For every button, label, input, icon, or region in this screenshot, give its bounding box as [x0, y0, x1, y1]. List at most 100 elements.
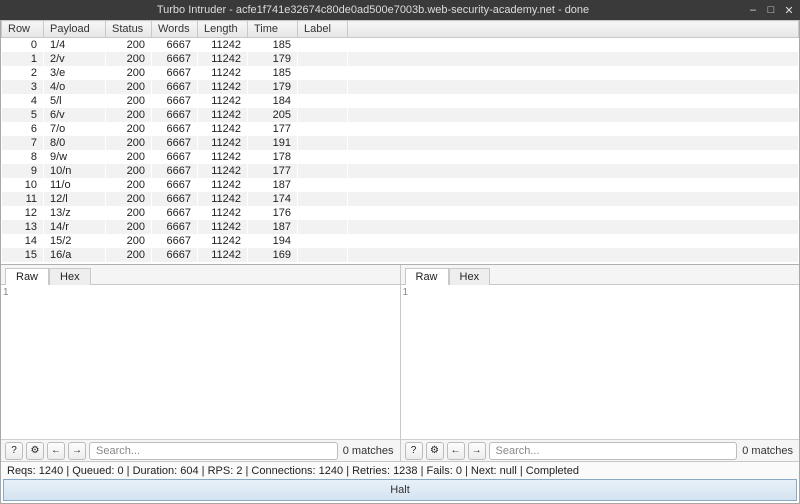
table-row[interactable]: 89/w200666711242178 [2, 150, 799, 164]
cell: 12/l [44, 192, 106, 206]
window-minimize-button[interactable]: – [746, 3, 760, 17]
window-close-button[interactable]: ✕ [782, 3, 796, 17]
cell: 7/o [44, 122, 106, 136]
cell: 11 [2, 192, 44, 206]
cell [298, 220, 348, 234]
cell: 15/2 [44, 234, 106, 248]
cell [348, 234, 799, 248]
cell: 6667 [152, 150, 198, 164]
cell: 191 [248, 136, 298, 150]
tab-hex[interactable]: Hex [49, 268, 91, 285]
window-maximize-button[interactable]: □ [764, 3, 778, 17]
next-match-icon[interactable]: → [68, 442, 86, 460]
cell: 179 [248, 80, 298, 94]
tab-raw[interactable]: Raw [405, 268, 449, 285]
cell: 200 [106, 164, 152, 178]
table-row[interactable]: 1415/2200666711242194 [2, 234, 799, 248]
cell [298, 192, 348, 206]
cell: 11242 [198, 108, 248, 122]
results-table-scroll[interactable]: RowPayloadStatusWordsLengthTimeLabel 01/… [1, 20, 799, 264]
table-row[interactable]: 1112/l200666711242174 [2, 192, 799, 206]
column-header[interactable]: Status [106, 21, 152, 38]
cell [298, 122, 348, 136]
table-row[interactable]: 1011/o200666711242187 [2, 178, 799, 192]
cell: 200 [106, 192, 152, 206]
tab-hex[interactable]: Hex [449, 268, 491, 285]
status-bar: Reqs: 1240 | Queued: 0 | Duration: 604 |… [1, 461, 799, 479]
search-input[interactable]: Search... [489, 442, 738, 460]
cell: 184 [248, 94, 298, 108]
gear-icon[interactable]: ⚙ [26, 442, 44, 460]
request-pane: Raw Hex 1 ? ⚙ ← → Search... 0 matches [1, 265, 401, 461]
cell [348, 178, 799, 192]
cell: 187 [248, 178, 298, 192]
cell: 14 [2, 234, 44, 248]
cell [298, 66, 348, 80]
cell: 13 [2, 220, 44, 234]
column-header[interactable]: Label [298, 21, 348, 38]
table-row[interactable]: 1516/a200666711242169 [2, 248, 799, 262]
cell [348, 150, 799, 164]
cell: 200 [106, 108, 152, 122]
search-input[interactable]: Search... [89, 442, 338, 460]
cell [298, 206, 348, 220]
cell: 1/4 [44, 38, 106, 53]
cell: 11242 [198, 136, 248, 150]
results-table[interactable]: RowPayloadStatusWordsLengthTimeLabel 01/… [1, 20, 799, 262]
next-match-icon[interactable]: → [468, 442, 486, 460]
table-row[interactable]: 78/0200666711242191 [2, 136, 799, 150]
response-tabstrip: Raw Hex [401, 265, 800, 285]
cell: 6667 [152, 178, 198, 192]
column-header[interactable]: Payload [44, 21, 106, 38]
gear-icon[interactable]: ⚙ [426, 442, 444, 460]
cell [298, 150, 348, 164]
cell: 3/e [44, 66, 106, 80]
halt-button[interactable]: Halt [3, 479, 797, 501]
cell: 6667 [152, 206, 198, 220]
prev-match-icon[interactable]: ← [447, 442, 465, 460]
cell: 200 [106, 136, 152, 150]
cell: 6667 [152, 94, 198, 108]
cell: 6/v [44, 108, 106, 122]
cell: 200 [106, 206, 152, 220]
cell [298, 234, 348, 248]
response-editor[interactable]: 1 [401, 285, 800, 439]
column-header[interactable]: Length [198, 21, 248, 38]
table-row[interactable]: 56/v200666711242205 [2, 108, 799, 122]
cell: 11242 [198, 66, 248, 80]
cell [298, 108, 348, 122]
request-editor[interactable]: 1 [1, 285, 400, 439]
table-row[interactable]: 910/n200666711242177 [2, 164, 799, 178]
cell: 200 [106, 234, 152, 248]
table-row[interactable]: 45/l200666711242184 [2, 94, 799, 108]
cell: 6 [2, 122, 44, 136]
table-row[interactable]: 1213/z200666711242176 [2, 206, 799, 220]
cell: 9 [2, 164, 44, 178]
table-row[interactable]: 01/4200666711242185 [2, 38, 799, 53]
help-icon[interactable]: ? [5, 442, 23, 460]
cell: 10 [2, 178, 44, 192]
cell: 11242 [198, 164, 248, 178]
cell: 176 [248, 206, 298, 220]
tab-raw[interactable]: Raw [5, 268, 49, 285]
cell: 200 [106, 178, 152, 192]
cell: 200 [106, 122, 152, 136]
cell: 11242 [198, 80, 248, 94]
help-icon[interactable]: ? [405, 442, 423, 460]
cell: 11242 [198, 178, 248, 192]
cell [348, 38, 799, 53]
table-row[interactable]: 34/o200666711242179 [2, 80, 799, 94]
table-row[interactable]: 1314/r200666711242187 [2, 220, 799, 234]
column-header[interactable]: Time [248, 21, 298, 38]
table-header-row[interactable]: RowPayloadStatusWordsLengthTimeLabel [2, 21, 799, 38]
column-header[interactable]: Words [152, 21, 198, 38]
cell: 178 [248, 150, 298, 164]
column-header[interactable]: Row [2, 21, 44, 38]
table-row[interactable]: 12/v200666711242179 [2, 52, 799, 66]
cell [298, 38, 348, 53]
prev-match-icon[interactable]: ← [47, 442, 65, 460]
table-row[interactable]: 23/e200666711242185 [2, 66, 799, 80]
table-row[interactable]: 67/o200666711242177 [2, 122, 799, 136]
cell: 6667 [152, 80, 198, 94]
cell: 2/v [44, 52, 106, 66]
